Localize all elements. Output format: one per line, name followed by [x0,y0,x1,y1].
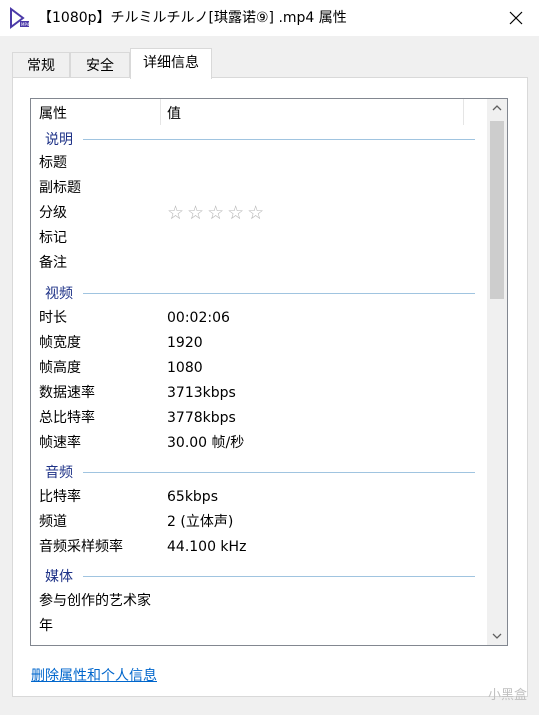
property-row[interactable]: 帧宽度 1920 [39,331,479,355]
column-header-property[interactable]: 属性 [39,103,67,123]
property-row[interactable]: 副标题 [39,176,479,200]
property-name: 帧宽度 [39,335,81,351]
title-bar: MP4 【1080p】チルミルチルノ[琪露诺⑨] .mp4 属性 [0,0,539,36]
tab-security[interactable]: 安全 [70,52,130,78]
property-name: 分级 [39,205,67,221]
property-row[interactable]: 备注 [39,251,479,275]
property-value: 00:02:06 [167,310,230,326]
property-name: 频道 [39,514,67,530]
watermark: 小黑盒 [487,688,527,703]
media-player-icon: MP4 [10,7,30,29]
property-value: 3713kbps [167,385,236,401]
scroll-thumb[interactable] [490,121,504,299]
rating-stars[interactable]: ☆☆☆☆☆ [167,201,267,225]
property-name: 帧高度 [39,360,81,376]
tab-general[interactable]: 常规 [12,52,70,78]
group-divider [83,293,475,294]
property-name: 比特率 [39,489,81,505]
property-value: 1080 [167,360,203,376]
tab-details[interactable]: 详细信息 [130,48,212,79]
window-title: 【1080p】チルミルチルノ[琪露诺⑨] .mp4 属性 [38,10,347,26]
property-row[interactable]: 比特率 65kbps [39,485,479,509]
group-label: 说明 [45,132,73,148]
scroll-down-button[interactable] [487,627,507,645]
property-value: 44.100 kHz [167,539,247,555]
property-name: 帧速率 [39,435,81,451]
property-rows: 属性 值 说明 标题 副标题 分级 ☆☆☆☆☆ 标记 备注 视频 时长 00:0… [31,99,486,645]
property-value: 1920 [167,335,203,351]
svg-text:MP4: MP4 [21,22,30,27]
property-row[interactable]: 帧速率 30.00 帧/秒 [39,431,479,455]
group-label: 视频 [45,286,73,302]
property-list[interactable]: 属性 值 说明 标题 副标题 分级 ☆☆☆☆☆ 标记 备注 视频 时长 00:0… [30,98,508,646]
group-divider [83,139,475,140]
chevron-down-icon [492,633,502,639]
property-value: 30.00 帧/秒 [167,435,245,451]
list-header: 属性 值 [31,99,486,125]
group-label: 媒体 [45,569,73,585]
remove-properties-link[interactable]: 删除属性和个人信息 [31,665,157,685]
property-name: 备注 [39,255,67,271]
group-divider [83,472,475,473]
property-value: 2 (立体声) [167,514,234,530]
column-header-value[interactable]: 值 [167,103,181,123]
property-row[interactable]: 标题 [39,151,479,175]
property-row[interactable]: 总比特率 3778kbps [39,406,479,430]
scroll-up-button[interactable] [487,99,507,117]
property-name: 音频采样频率 [39,539,123,555]
property-name: 时长 [39,310,67,326]
property-name: 年 [39,618,53,634]
property-row[interactable]: 频道 2 (立体声) [39,510,479,534]
group-audio: 音频 [45,462,475,482]
property-name: 参与创作的艺术家 [39,593,151,609]
property-row[interactable]: 时长 00:02:06 [39,306,479,330]
property-value: 3778kbps [167,410,236,426]
column-divider[interactable] [160,99,161,125]
group-description: 说明 [45,129,475,149]
property-name: 总比特率 [39,410,95,426]
group-media: 媒体 [45,566,475,586]
close-icon [509,11,523,25]
property-row[interactable]: 分级 ☆☆☆☆☆ [39,201,479,225]
close-button[interactable] [493,0,539,36]
property-name: 标记 [39,230,67,246]
group-label: 音频 [45,465,73,481]
property-row[interactable]: 年 [39,614,479,638]
group-divider [83,576,475,577]
vertical-scrollbar[interactable] [487,99,507,645]
property-row[interactable]: 数据速率 3713kbps [39,381,479,405]
group-video: 视频 [45,283,475,303]
column-divider[interactable] [463,99,464,125]
property-name: 数据速率 [39,385,95,401]
property-name: 副标题 [39,180,81,196]
property-row[interactable]: 标记 [39,226,479,250]
property-row[interactable]: 帧高度 1080 [39,356,479,380]
property-row[interactable]: 音频采样频率 44.100 kHz [39,535,479,559]
property-value: 65kbps [167,489,218,505]
property-name: 标题 [39,155,67,171]
chevron-up-icon [492,105,502,111]
property-row[interactable]: 参与创作的艺术家 [39,589,479,613]
